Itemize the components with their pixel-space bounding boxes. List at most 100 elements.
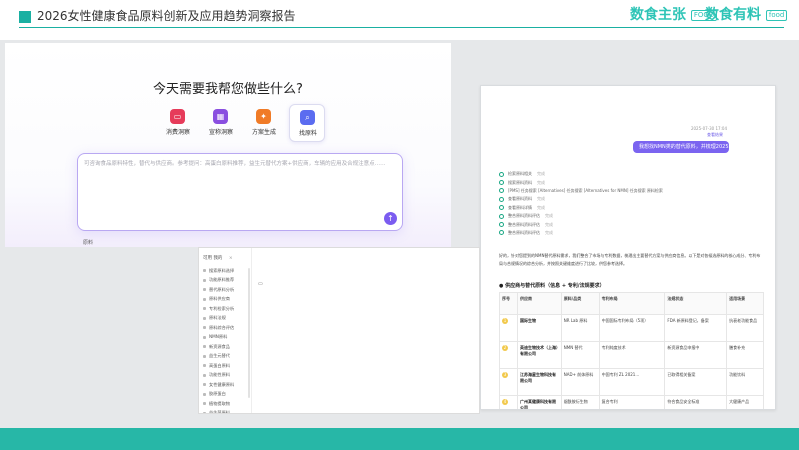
step-label: 查看原料资料 xyxy=(508,196,532,202)
progress-step: [PMS] 任务搜索 [Alternatives] 任务搜索 [Alternat… xyxy=(499,187,699,195)
check-circle-icon xyxy=(499,230,504,236)
sidebar-header: 可用 我的 × xyxy=(203,255,233,261)
assistant-window: 今天需要我帮您做些什么? ▭ 消费洞察 ▦ 宣称洞察 ✦ 方案生成 ⌕ 找原料 可咨询食品原料… xyxy=(5,43,451,247)
check-circle-icon xyxy=(499,196,504,202)
slide-footer xyxy=(0,428,799,450)
doc-icon xyxy=(203,345,206,349)
table-cell: 3 xyxy=(499,368,518,396)
table-header: 适用场景 xyxy=(726,292,764,315)
sidebar-item[interactable]: 搜索原料选择 xyxy=(203,266,250,276)
table-row: 4 广州某健康科技有限公司 烟酰胺衍生物 复合专利 符合食品安全标准 大健康产品 xyxy=(499,395,764,409)
table-header: 原料/品类 xyxy=(560,292,600,315)
arrow-up-icon: ↑ xyxy=(387,214,394,223)
row-number-badge: 1 xyxy=(502,318,508,324)
sidebar-item-label: 功能性原料 xyxy=(209,372,230,378)
action-buttons: ▭ 消费洞察 ▦ 宣称洞察 ✦ 方案生成 ⌕ 找原料 xyxy=(160,104,325,142)
doc-icon xyxy=(203,354,206,358)
action-button-3[interactable]: ⌕ 找原料 xyxy=(289,104,325,142)
sidebar-scrollbar[interactable] xyxy=(248,268,250,398)
sidebar-item-label: 植物提取物 xyxy=(209,400,230,406)
table-cell: NMN 替代 xyxy=(560,341,600,369)
step-label: 搜索原料资料 xyxy=(508,179,532,185)
table-row: 1 国际生物 NR Lab 原料 中国国际专利布局（5项） FDA 新原料登记，备案 抗衰… xyxy=(499,314,764,342)
tab-mine[interactable]: 我的 xyxy=(213,256,222,261)
table-cell: 国际生物 xyxy=(516,314,562,342)
sidebar-item[interactable]: 高蛋白原料 xyxy=(203,361,250,371)
doc-icon xyxy=(203,411,206,413)
doc-icon xyxy=(203,316,206,320)
sidebar-item[interactable]: 替代原料分析 xyxy=(203,285,250,295)
check-circle-icon xyxy=(499,171,504,177)
sidebar-item[interactable]: 胶原蛋白 xyxy=(203,390,250,400)
search-icon: ⌕ xyxy=(300,110,315,125)
sidebar-item[interactable]: 原料法规 xyxy=(203,314,250,324)
step-status: 完成 xyxy=(537,179,545,185)
doc-icon xyxy=(203,288,206,292)
table-cell: 复合专利 xyxy=(598,395,666,409)
sidebar-item[interactable]: 植物提取物 xyxy=(203,399,250,409)
check-circle-icon xyxy=(499,213,504,219)
step-status: 完成 xyxy=(545,213,553,219)
table-header: 序号 xyxy=(499,292,518,315)
sidebar-item[interactable]: 原料综合评估 xyxy=(203,323,250,333)
input-placeholder: 可咨询食品原料特性，替代与供应商。参考提问：高蛋白原料推荐，益生元替代方案+供应… xyxy=(84,161,386,167)
table-cell: 功能饮料 xyxy=(726,368,764,396)
progress-step: 搜索原料资料 完成 xyxy=(499,178,699,186)
tab-available[interactable]: 可用 xyxy=(203,256,212,261)
table-cell: 英迪生物技术（上海）有限公司 xyxy=(516,341,562,369)
doc-icon xyxy=(203,326,206,330)
doc-icon xyxy=(203,402,206,406)
check-circle-icon xyxy=(499,188,504,194)
sidebar-item-label: 原料法规 xyxy=(209,315,226,321)
step-label: 检索原料相关 xyxy=(508,171,532,177)
table-cell: 符合食品安全标准 xyxy=(664,395,728,409)
sidebar-item[interactable]: 功能原料推荐 xyxy=(203,276,250,286)
sidebar-item-label: 益生菌原料 xyxy=(209,410,230,414)
table-cell: 中国国际专利布局（5项） xyxy=(598,314,666,342)
doc-icon xyxy=(203,269,206,273)
sidebar-item[interactable]: 功能性原料 xyxy=(203,371,250,381)
action-button-2[interactable]: ✦ 方案生成 xyxy=(246,104,282,142)
sidebar-item[interactable]: 益生菌原料 xyxy=(203,409,250,414)
row-number-badge: 3 xyxy=(502,372,508,378)
answer-paragraph: 好的，针对您提到的NMN替代原料需求，我们整合了市场与专利数据，梳理出主要替代方… xyxy=(499,253,761,266)
sidebar-item-label: 搜索原料选择 xyxy=(209,267,235,273)
table-cell: 烟酰胺衍生物 xyxy=(560,395,600,409)
sidebar-item[interactable]: 女性健康原料 xyxy=(203,380,250,390)
sidebar-toggle-icon[interactable]: ▭ xyxy=(258,281,263,287)
check-circle-icon xyxy=(499,222,504,228)
sidebar-item-label: 原料综合评估 xyxy=(209,324,235,330)
sidebar-item[interactable]: 新资源食品 xyxy=(203,342,250,352)
supplier-table: 序号 供应商 原料/品类 专利布局 法规状态 适用场景 1 国际生物 NR Lab 原料 中国国… xyxy=(499,292,764,409)
doc-icon xyxy=(203,307,206,311)
table-header: 专利布局 xyxy=(598,292,666,315)
action-button-0[interactable]: ▭ 消费洞察 xyxy=(160,104,196,142)
sidebar-item[interactable]: 益生元替代 xyxy=(203,352,250,362)
query-input[interactable]: 可咨询食品原料特性，替代与供应商。参考提问：高蛋白原料推荐，益生元替代方案+供应… xyxy=(77,153,403,231)
view-results-link[interactable]: 查看结果 xyxy=(707,132,723,138)
sidebar-item-label: 原料供应商 xyxy=(209,296,230,302)
send-button[interactable]: ↑ xyxy=(384,212,397,225)
table-row: 3 江苏海星生物科技有限公司 NAD+ 前体原料 中国专利 ZL 2021... 已取得… xyxy=(499,368,764,396)
action-label: 找原料 xyxy=(298,130,317,137)
close-icon[interactable]: × xyxy=(229,256,233,261)
sidebar-item-label: 新资源食品 xyxy=(209,343,230,349)
check-circle-icon xyxy=(499,205,504,211)
doc-icon xyxy=(203,278,206,282)
action-label: 方案生成 xyxy=(251,129,276,136)
action-button-1[interactable]: ▦ 宣称洞察 xyxy=(203,104,239,142)
sidebar-item-label: 益生元替代 xyxy=(209,353,230,359)
step-status: 完成 xyxy=(537,204,545,210)
section-title: ● 供应商与替代原料（信息 + 专利/法规要求） xyxy=(499,283,605,289)
table-cell: 4 xyxy=(499,395,518,409)
progress-step: 整合原料资料评估 完成 xyxy=(499,212,699,220)
step-status: 完成 xyxy=(537,196,545,202)
table-cell: 江苏海星生物科技有限公司 xyxy=(516,368,562,396)
sidebar-item[interactable]: 原料供应商 xyxy=(203,295,250,305)
progress-step: 查看原料资料 完成 xyxy=(499,195,699,203)
table-cell: 2 xyxy=(499,341,518,369)
doc-icon xyxy=(203,297,206,301)
sidebar-item[interactable]: 专利检索分析 xyxy=(203,304,250,314)
table-header: 法规状态 xyxy=(664,292,728,315)
sidebar-item[interactable]: NMN原料 xyxy=(203,333,250,343)
